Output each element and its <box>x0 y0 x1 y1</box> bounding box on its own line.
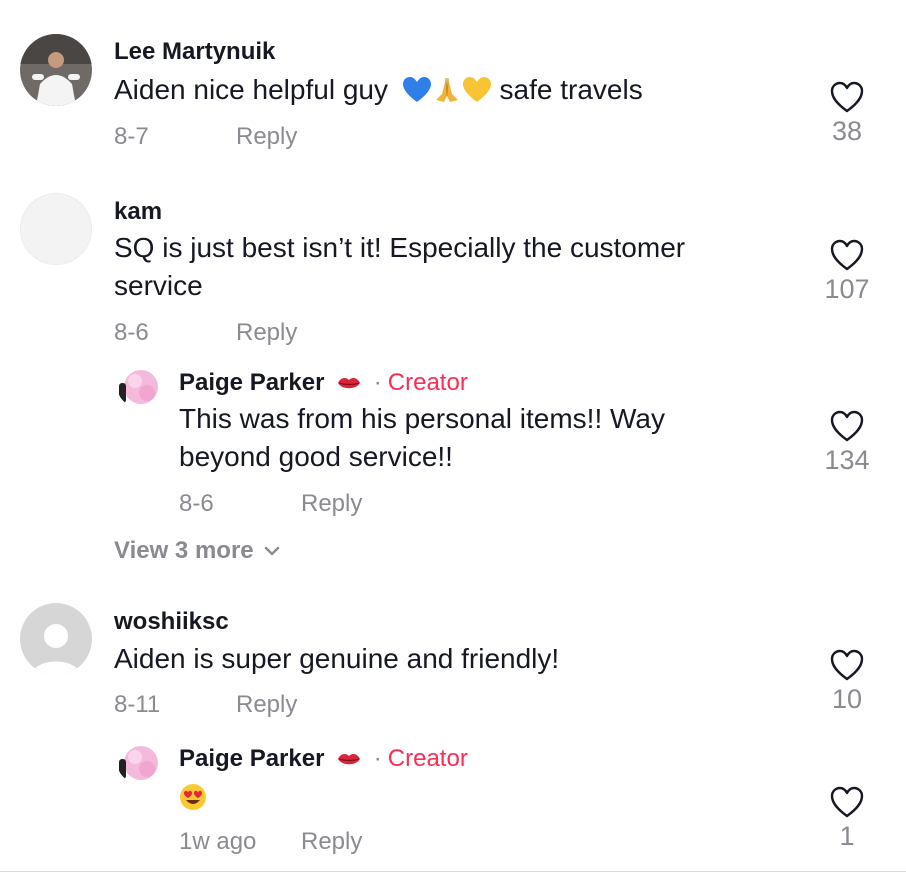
like-button[interactable]: 38 <box>817 80 877 146</box>
avatar-paige-parker[interactable] <box>117 741 159 783</box>
heart-outline-icon <box>830 649 864 681</box>
lips-icon <box>338 377 361 388</box>
heart-outline-icon <box>830 239 864 271</box>
reply-date: 8-6 <box>179 490 214 517</box>
like-button[interactable]: 107 <box>817 238 877 304</box>
folded-hands-icon <box>435 77 458 102</box>
like-button[interactable]: 134 <box>817 409 877 475</box>
reply-button[interactable]: Reply <box>236 319 297 347</box>
comment-text: SQ is just best isn’t it! Especially the… <box>114 232 686 301</box>
comment-text: Aiden nice helpful guy safe travels <box>114 71 794 114</box>
comment-text-suffix: safe travels <box>499 74 643 105</box>
like-count: 107 <box>824 274 870 304</box>
blue-heart-icon <box>402 77 431 102</box>
divider <box>0 871 906 872</box>
heart-outline-icon <box>830 410 864 442</box>
reply-button[interactable]: Reply <box>301 828 362 856</box>
heart-eyes-emoji-icon <box>179 783 207 816</box>
like-button[interactable]: 1 <box>817 785 877 851</box>
reply-username: Paige Parker · Creator <box>179 369 468 397</box>
like-count: 38 <box>831 116 863 146</box>
comment-username[interactable]: Lee Martynuik <box>114 38 275 66</box>
reply-text: This was from his personal items!! Way b… <box>179 403 665 472</box>
comment-date: 8-11 <box>114 691 161 718</box>
heart-outline-icon <box>830 786 864 818</box>
comment-username[interactable]: kam <box>114 198 162 226</box>
reply-button[interactable]: Reply <box>301 490 362 518</box>
reply-author-name[interactable]: Paige Parker <box>179 745 324 772</box>
reply-author-name[interactable]: Paige Parker <box>179 369 324 396</box>
reply-username: Paige Parker · Creator <box>179 745 468 773</box>
separator-dot: · <box>373 369 382 396</box>
chevron-down-icon <box>264 546 279 556</box>
reply-button[interactable]: Reply <box>236 123 297 151</box>
view-more-label: View 3 more <box>114 537 254 564</box>
like-button[interactable]: 10 <box>817 648 877 714</box>
like-count: 1 <box>839 821 855 851</box>
comment-text: Aiden is super genuine and friendly! <box>114 643 560 674</box>
avatar-photo-icon <box>117 741 159 783</box>
avatar-photo-icon <box>20 34 92 106</box>
avatar-photo-icon <box>117 365 159 407</box>
creator-badge: Creator <box>387 745 468 772</box>
avatar-kam[interactable] <box>20 193 92 265</box>
view-more-replies-button[interactable]: View 3 more <box>114 537 280 565</box>
comment-username[interactable]: woshiiksc <box>114 608 229 636</box>
like-count: 10 <box>831 684 863 714</box>
avatar-woshiiksc[interactable] <box>20 603 92 675</box>
emoji-group <box>402 76 492 114</box>
avatar-paige-parker[interactable] <box>117 365 159 407</box>
comment-date: 8-7 <box>114 123 149 150</box>
avatar-lee-martynuik[interactable] <box>20 34 92 106</box>
separator-dot: · <box>373 745 382 772</box>
default-avatar-icon <box>20 603 92 675</box>
reply-date: 1w ago <box>179 828 257 855</box>
creator-badge: Creator <box>387 369 468 396</box>
reply-button[interactable]: Reply <box>236 691 297 719</box>
yellow-heart-icon <box>462 77 491 102</box>
comment-date: 8-6 <box>114 319 149 346</box>
comment-text-main: Aiden nice helpful guy <box>114 74 388 105</box>
like-count: 134 <box>824 445 870 475</box>
lips-icon <box>338 753 361 764</box>
heart-outline-icon <box>830 81 864 113</box>
